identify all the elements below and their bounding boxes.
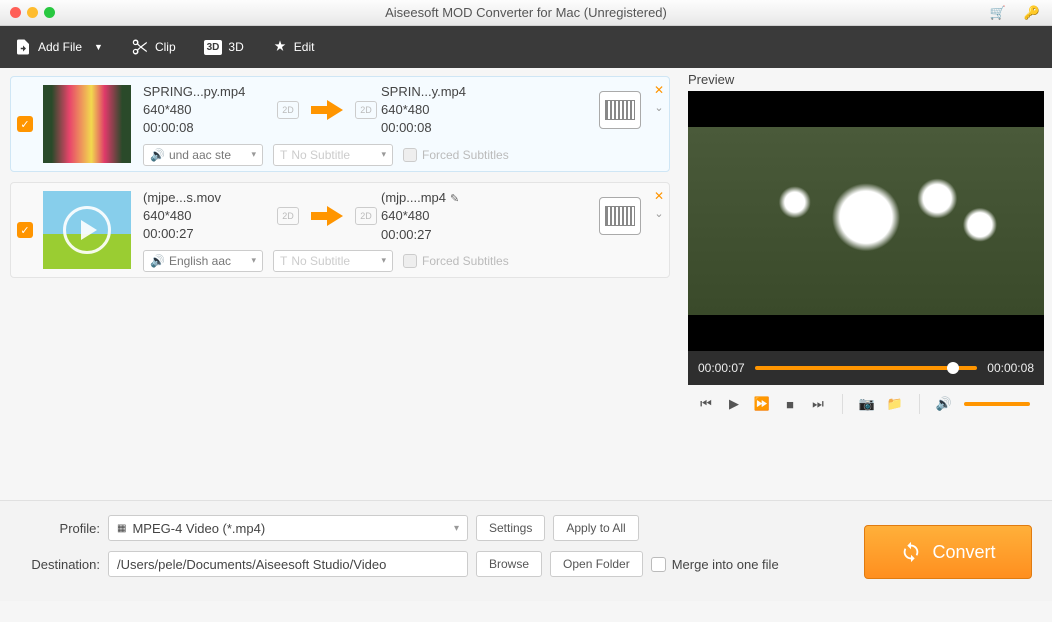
browse-button[interactable]: Browse (476, 551, 542, 577)
add-file-button[interactable]: Add File ▼ (14, 38, 103, 56)
preview-video[interactable] (688, 91, 1044, 351)
dest-info: SPRIN...y.mp4 640*480 00:00:08 (381, 83, 511, 138)
source-2d-badge: 2D (277, 101, 299, 119)
merge-checkbox[interactable]: Merge into one file (651, 557, 779, 572)
file-item[interactable]: ✓ (mjpe...s.mov 640*480 00:00:27 2D 2D (… (10, 182, 670, 278)
stop-button[interactable]: ■ (782, 396, 798, 412)
total-time: 00:00:08 (987, 361, 1034, 375)
source-info: SPRING...py.mp4 640*480 00:00:08 (143, 83, 273, 138)
dest-info: (mjp....mp4✎ 640*480 00:00:27 (381, 189, 511, 244)
format-icon[interactable] (599, 91, 641, 129)
subtitle-select[interactable]: T No Subtitle▾ (273, 250, 393, 272)
destination-field[interactable]: /Users/pele/Documents/Aiseesoft Studio/V… (108, 551, 468, 577)
file-list: ✓ SPRING...py.mp4 640*480 00:00:08 2D 2D… (0, 68, 680, 500)
audio-track-select[interactable]: 🔊 und aac ste▾ (143, 144, 263, 166)
play-overlay-icon (63, 206, 111, 254)
expand-item-button[interactable]: ⌄ (654, 101, 663, 114)
thumbnail[interactable] (43, 191, 131, 269)
profile-label: Profile: (14, 521, 100, 536)
profile-select[interactable]: ▦ MPEG-4 Video (*.mp4) ▾ (108, 515, 468, 541)
titlebar: Aiseesoft MOD Converter for Mac (Unregis… (0, 0, 1052, 26)
arrow-icon (309, 96, 345, 124)
open-snapshot-folder-button[interactable]: 📁 (887, 396, 903, 412)
prev-button[interactable]: ⏮ (698, 396, 714, 412)
apply-to-all-button[interactable]: Apply to All (553, 515, 638, 541)
source-2d-badge: 2D (277, 207, 299, 225)
dest-2d-badge: 2D (355, 207, 377, 225)
item-checkbox[interactable]: ✓ (17, 222, 33, 238)
remove-item-button[interactable]: ✕ (654, 189, 664, 203)
timeline: 00:00:07 00:00:08 (688, 351, 1044, 385)
clip-button[interactable]: Clip (131, 38, 176, 56)
3d-button[interactable]: 3D 3D (204, 40, 244, 55)
bottom-bar: Profile: ▦ MPEG-4 Video (*.mp4) ▾ Settin… (0, 500, 1052, 601)
destination-label: Destination: (14, 557, 100, 572)
volume-icon[interactable]: 🔊 (936, 396, 952, 412)
rename-icon[interactable]: ✎ (450, 193, 459, 205)
toolbar: Add File ▼ Clip 3D 3D Edit (0, 26, 1052, 68)
seek-slider[interactable] (755, 366, 978, 370)
remove-item-button[interactable]: ✕ (654, 83, 664, 97)
forced-subtitles-checkbox[interactable]: Forced Subtitles (403, 254, 509, 268)
open-folder-button[interactable]: Open Folder (550, 551, 643, 577)
preview-label: Preview (688, 72, 1044, 87)
edit-button[interactable]: Edit (272, 39, 315, 55)
expand-item-button[interactable]: ⌄ (654, 207, 663, 220)
current-time: 00:00:07 (698, 361, 745, 375)
play-button[interactable]: ▶ (726, 396, 742, 412)
key-icon[interactable]: 🔑 (1024, 5, 1040, 21)
audio-track-select[interactable]: 🔊 English aac▾ (143, 250, 263, 272)
file-item[interactable]: ✓ SPRING...py.mp4 640*480 00:00:08 2D 2D… (10, 76, 670, 172)
convert-button[interactable]: Convert (864, 525, 1032, 579)
item-checkbox[interactable]: ✓ (17, 116, 33, 132)
window-title: Aiseesoft MOD Converter for Mac (Unregis… (0, 5, 1052, 20)
volume-slider[interactable] (964, 402, 1030, 406)
snapshot-button[interactable]: 📷 (859, 396, 875, 412)
settings-button[interactable]: Settings (476, 515, 545, 541)
dest-2d-badge: 2D (355, 101, 377, 119)
cart-icon[interactable]: 🛒 (990, 5, 1006, 21)
source-info: (mjpe...s.mov 640*480 00:00:27 (143, 189, 273, 244)
add-file-dropdown[interactable]: ▼ (94, 42, 103, 52)
forced-subtitles-checkbox[interactable]: Forced Subtitles (403, 148, 509, 162)
subtitle-select[interactable]: T No Subtitle▾ (273, 144, 393, 166)
format-icon[interactable] (599, 197, 641, 235)
arrow-icon (309, 202, 345, 230)
next-button[interactable]: ⏭ (810, 396, 826, 412)
fast-forward-button[interactable]: ⏩ (754, 396, 770, 412)
thumbnail[interactable] (43, 85, 131, 163)
profile-format-icon: ▦ (117, 523, 126, 534)
